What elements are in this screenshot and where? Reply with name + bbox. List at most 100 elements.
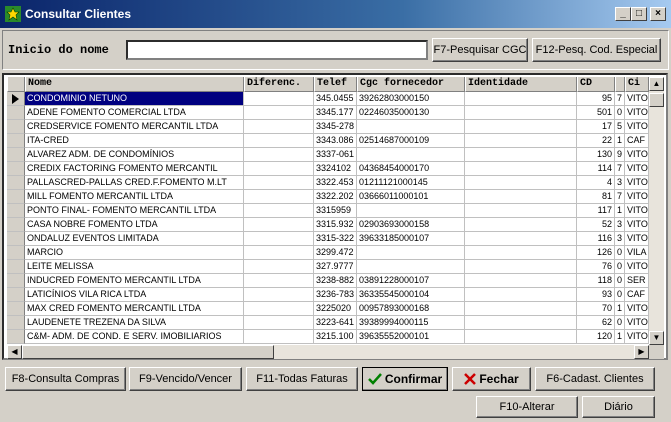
cell-nome[interactable]: PALLASCRED-PALLAS CRED.F.FOMENTO M.LT bbox=[25, 176, 244, 190]
cell-ci[interactable]: VITO bbox=[625, 176, 649, 190]
cell-telef[interactable]: 3236-783 bbox=[314, 288, 357, 302]
cell-nome[interactable]: INDUCRED FOMENTO MERCANTIL LTDA bbox=[25, 274, 244, 288]
cell-extra[interactable]: 7 bbox=[615, 162, 625, 176]
cell-extra[interactable]: 1 bbox=[615, 134, 625, 148]
cell-nome[interactable]: MARCIO bbox=[25, 246, 244, 260]
cell-cd[interactable]: 116 bbox=[577, 232, 615, 246]
cell-cd[interactable]: 130 bbox=[577, 148, 615, 162]
cell-cgc[interactable] bbox=[357, 120, 465, 134]
cell-extra[interactable]: 7 bbox=[615, 92, 625, 106]
table-row[interactable]: CREDIX FACTORING FOMENTO MERCANTIL 332410… bbox=[7, 162, 649, 176]
cell-cgc[interactable]: 03666011000101 bbox=[357, 190, 465, 204]
cell-extra[interactable]: 1 bbox=[615, 204, 625, 218]
cell-ci[interactable]: VITO bbox=[625, 92, 649, 106]
cell-cd[interactable]: 62 bbox=[577, 316, 615, 330]
cell-diferenc[interactable] bbox=[244, 204, 314, 218]
cell-cd[interactable]: 52 bbox=[577, 218, 615, 232]
cell-nome[interactable]: CREDIX FACTORING FOMENTO MERCANTIL bbox=[25, 162, 244, 176]
cell-cgc[interactable]: 01211121000145 bbox=[357, 176, 465, 190]
cell-cd[interactable]: 95 bbox=[577, 92, 615, 106]
cell-diferenc[interactable] bbox=[244, 120, 314, 134]
cell-extra[interactable]: 0 bbox=[615, 288, 625, 302]
cell-cgc[interactable]: 39633185000107 bbox=[357, 232, 465, 246]
cell-ci[interactable]: VITO bbox=[625, 260, 649, 274]
cell-cgc[interactable] bbox=[357, 148, 465, 162]
table-row[interactable]: LATICÍNIOS VILA RICA LTDA 3236-783 3633554… bbox=[7, 288, 649, 302]
cell-cgc[interactable]: 36335545000104 bbox=[357, 288, 465, 302]
table-row[interactable]: PONTO FINAL- FOMENTO MERCANTIL LTDA 33159… bbox=[7, 204, 649, 218]
cell-cgc[interactable] bbox=[357, 246, 465, 260]
cell-ci[interactable]: VITO bbox=[625, 218, 649, 232]
cell-nome[interactable]: MILL FOMENTO MERCANTIL LTDA bbox=[25, 190, 244, 204]
cell-ci[interactable]: VILA bbox=[625, 246, 649, 260]
cell-cd[interactable]: 70 bbox=[577, 302, 615, 316]
column-header-nome[interactable]: Nome bbox=[25, 77, 244, 92]
column-header-extra[interactable] bbox=[615, 77, 625, 92]
cell-identidade[interactable] bbox=[465, 246, 577, 260]
confirmar-button[interactable]: Confirmar bbox=[362, 367, 448, 391]
cell-diferenc[interactable] bbox=[244, 246, 314, 260]
cell-diferenc[interactable] bbox=[244, 190, 314, 204]
cell-identidade[interactable] bbox=[465, 232, 577, 246]
cell-nome[interactable]: ITA-CRED bbox=[25, 134, 244, 148]
table-row[interactable]: ALVAREZ ADM. DE CONDOMÍNIOS 3337-061 130 9 V… bbox=[7, 148, 649, 162]
cell-telef[interactable]: 3215.100 bbox=[314, 330, 357, 344]
column-header-ci[interactable]: Ci bbox=[625, 77, 649, 92]
cell-identidade[interactable] bbox=[465, 148, 577, 162]
cell-cd[interactable]: 501 bbox=[577, 106, 615, 120]
cell-diferenc[interactable] bbox=[244, 134, 314, 148]
cell-cgc[interactable] bbox=[357, 204, 465, 218]
cell-diferenc[interactable] bbox=[244, 316, 314, 330]
cell-extra[interactable]: 0 bbox=[615, 274, 625, 288]
cell-cgc[interactable]: 02903693000158 bbox=[357, 218, 465, 232]
cadastro-clientes-button[interactable]: F6-Cadast. Clientes bbox=[535, 367, 655, 391]
consulta-compras-button[interactable]: F8-Consulta Compras bbox=[5, 367, 126, 391]
cell-telef[interactable]: 3343.086 bbox=[314, 134, 357, 148]
cell-diferenc[interactable] bbox=[244, 232, 314, 246]
cell-cgc[interactable]: 39389994000115 bbox=[357, 316, 465, 330]
cell-identidade[interactable] bbox=[465, 190, 577, 204]
cell-cgc[interactable]: 02246035000130 bbox=[357, 106, 465, 120]
cell-cd[interactable]: 126 bbox=[577, 246, 615, 260]
cell-extra[interactable]: 3 bbox=[615, 176, 625, 190]
cell-diferenc[interactable] bbox=[244, 92, 314, 106]
cell-cd[interactable]: 120 bbox=[577, 330, 615, 344]
cell-extra[interactable]: 5 bbox=[615, 120, 625, 134]
search-special-code-button[interactable]: F12-Pesq. Cod. Especial bbox=[532, 38, 661, 62]
cell-cgc[interactable]: 39262803000150 bbox=[357, 92, 465, 106]
table-row[interactable]: ADENE FOMENTO COMERCIAL LTDA 3345.177 0224… bbox=[7, 106, 649, 120]
cell-telef[interactable]: 3238-882 bbox=[314, 274, 357, 288]
cell-telef[interactable]: 3345.177 bbox=[314, 106, 357, 120]
alterar-button[interactable]: F10-Alterar bbox=[476, 396, 578, 418]
cell-cgc[interactable]: 02514687000109 bbox=[357, 134, 465, 148]
vertical-scrollbar[interactable]: ▲ ▼ bbox=[649, 77, 664, 345]
cell-telef[interactable]: 3324102 bbox=[314, 162, 357, 176]
vertical-scroll-thumb[interactable] bbox=[649, 93, 664, 107]
column-header-cgc[interactable]: Cgc fornecedor bbox=[357, 77, 465, 92]
table-row[interactable]: CREDSERVICE FOMENTO MERCANTIL LTDA 3345-2… bbox=[7, 120, 649, 134]
cell-nome[interactable]: MAX CRED FOMENTO MERCANTIL LTDA bbox=[25, 302, 244, 316]
cell-ci[interactable]: CAF bbox=[625, 288, 649, 302]
cell-ci[interactable]: VITO bbox=[625, 106, 649, 120]
table-row[interactable]: INDUCRED FOMENTO MERCANTIL LTDA 3238-882 0… bbox=[7, 274, 649, 288]
cell-telef[interactable]: 3345-278 bbox=[314, 120, 357, 134]
table-row[interactable]: MILL FOMENTO MERCANTIL LTDA 3322.202 03666… bbox=[7, 190, 649, 204]
cell-cgc[interactable]: 00957893000168 bbox=[357, 302, 465, 316]
column-header-telef[interactable]: Telef bbox=[314, 77, 357, 92]
cell-nome[interactable]: CREDSERVICE FOMENTO MERCANTIL LTDA bbox=[25, 120, 244, 134]
fechar-button[interactable]: Fechar bbox=[452, 367, 531, 391]
cell-identidade[interactable] bbox=[465, 134, 577, 148]
cell-extra[interactable]: 0 bbox=[615, 260, 625, 274]
cell-cd[interactable]: 4 bbox=[577, 176, 615, 190]
table-row[interactable]: ITA-CRED 3343.086 02514687000109 22 1 CAF bbox=[7, 134, 649, 148]
cell-cd[interactable]: 81 bbox=[577, 190, 615, 204]
cell-diferenc[interactable] bbox=[244, 162, 314, 176]
cell-identidade[interactable] bbox=[465, 162, 577, 176]
cell-diferenc[interactable] bbox=[244, 302, 314, 316]
cell-telef[interactable]: 3315959 bbox=[314, 204, 357, 218]
cell-extra[interactable]: 1 bbox=[615, 330, 625, 344]
cell-diferenc[interactable] bbox=[244, 260, 314, 274]
search-input[interactable] bbox=[126, 40, 428, 60]
table-row[interactable]: ONDALUZ EVENTOS LIMITADA 3315-322 39633185… bbox=[7, 232, 649, 246]
cell-cgc[interactable]: 04368454000170 bbox=[357, 162, 465, 176]
